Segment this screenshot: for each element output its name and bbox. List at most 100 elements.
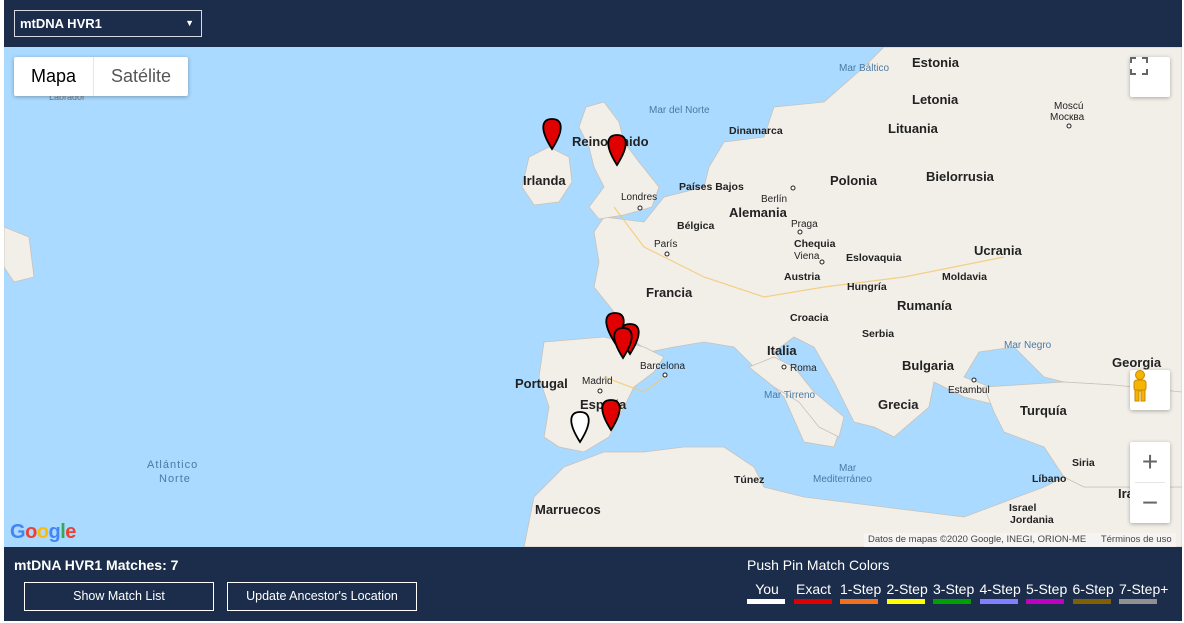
label-dinamarca: Dinamarca: [729, 125, 783, 137]
label-bulgaria: Bulgaria: [902, 358, 955, 373]
zoom-in-icon[interactable]: +: [1130, 442, 1170, 482]
attribution-text: Datos de mapas ©2020 Google, INEGI, ORIO…: [868, 534, 1087, 545]
label-libano: Líbano: [1032, 473, 1066, 485]
label-atlantico: Atlántico: [147, 459, 198, 471]
label-mar-negro: Mar Negro: [1004, 340, 1052, 351]
label-ucrania: Ucrania: [974, 243, 1022, 258]
legend-swatch: [793, 599, 832, 604]
street-view-button[interactable]: [1130, 370, 1170, 410]
label-irlanda: Irlanda: [523, 173, 566, 188]
label-mediterraneo: Mediterráneo: [813, 474, 872, 485]
app-frame: mtDNA HVR1 ▼ Mar Báltico Estonia Letonia…: [4, 0, 1182, 621]
legend-label: Exact: [795, 581, 831, 597]
map-canvas[interactable]: Mar Báltico Estonia Letonia Lituania Mar…: [4, 47, 1182, 547]
label-rumania: Rumanía: [897, 298, 953, 313]
fullscreen-button[interactable]: [1130, 57, 1170, 97]
label-letonia: Letonia: [912, 92, 959, 107]
label-estonia: Estonia: [912, 55, 960, 70]
update-ancestor-location-button[interactable]: Update Ancestor's Location: [227, 582, 417, 611]
label-tunez: Túnez: [734, 474, 764, 486]
legend-swatch: [747, 599, 785, 604]
top-bar: mtDNA HVR1 ▼: [4, 0, 1182, 47]
label-eslovaquia: Eslovaquia: [846, 252, 902, 264]
app-window: mtDNA HVR1 ▼ Mar Báltico Estonia Letonia…: [0, 0, 1184, 623]
legend-label: 5-Step: [1026, 581, 1068, 597]
label-roma: Roma: [790, 363, 817, 374]
map-type-satellite-button[interactable]: Satélite: [93, 57, 188, 96]
label-marruecos: Marruecos: [535, 502, 601, 517]
label-portugal: Portugal: [515, 376, 568, 391]
label-moldavia: Moldavia: [942, 271, 987, 283]
label-norte: Norte: [159, 473, 191, 485]
chevron-down-icon: ▼: [185, 18, 194, 28]
legend-item: Exact: [793, 581, 834, 604]
map-attribution: Datos de mapas ©2020 Google, INEGI, ORIO…: [864, 533, 1176, 547]
label-francia: Francia: [646, 285, 693, 300]
matches-count: mtDNA HVR1 Matches: 7: [14, 557, 179, 573]
label-viena: Viena: [794, 251, 820, 262]
label-mar-tirreno: Mar Tirreno: [764, 390, 816, 401]
google-logo[interactable]: Google: [10, 521, 76, 544]
label-mar-del-norte: Mar del Norte: [649, 105, 710, 116]
legend-swatch: [1072, 599, 1111, 604]
fullscreen-icon: [1130, 57, 1148, 75]
label-israel: Israel: [1009, 502, 1037, 514]
legend-label: 6-Step: [1072, 581, 1114, 597]
map-view[interactable]: Mar Báltico Estonia Letonia Lituania Mar…: [4, 47, 1182, 547]
label-polonia: Polonia: [830, 173, 878, 188]
select-value: mtDNA HVR1: [20, 16, 102, 31]
label-mar: Mar: [839, 463, 857, 474]
label-croacia: Croacia: [790, 312, 829, 324]
legend-swatch: [840, 599, 878, 604]
legend-item: 4-Step: [979, 581, 1021, 604]
land-iberia: [538, 336, 665, 453]
label-hungria: Hungría: [847, 281, 887, 293]
label-praga: Praga: [791, 219, 818, 230]
label-mar-baltico: Mar Báltico: [839, 63, 889, 74]
label-belgica: Bélgica: [677, 220, 715, 232]
label-berlin: Berlín: [761, 194, 787, 205]
legend-swatch: [1026, 599, 1064, 604]
map-type-control: Mapa Satélite: [14, 57, 189, 96]
legend-label: You: [755, 581, 779, 597]
label-moscu-ru: Москва: [1050, 112, 1085, 123]
label-siria: Siria: [1072, 457, 1095, 469]
zoom-out-icon[interactable]: −: [1130, 483, 1170, 523]
legend-label: 1-Step: [840, 581, 882, 597]
show-match-list-button[interactable]: Show Match List: [24, 582, 214, 611]
label-londres: Londres: [621, 192, 657, 203]
pin-ireland[interactable]: [542, 118, 562, 151]
pegman-icon: [1133, 370, 1147, 402]
label-alemania: Alemania: [729, 205, 788, 220]
map-type-map-button[interactable]: Mapa: [14, 57, 93, 96]
legend-item: You: [747, 581, 787, 604]
label-bielorrusia: Bielorrusia: [926, 169, 995, 184]
legend-swatch: [886, 599, 925, 604]
legend-swatch: [979, 599, 1018, 604]
label-grecia: Grecia: [878, 397, 919, 412]
legend-item: 2-Step: [886, 581, 928, 604]
legend-label: 4-Step: [979, 581, 1021, 597]
label-serbia: Serbia: [862, 328, 894, 340]
land-greenland-edge: [4, 226, 35, 283]
marker-type-select[interactable]: mtDNA HVR1 ▼: [14, 10, 202, 37]
label-paris: París: [654, 239, 677, 250]
legend-item: 3-Step: [933, 581, 975, 604]
legend-item: 6-Step: [1072, 581, 1114, 604]
legend-label: 7-Step+: [1119, 581, 1169, 597]
legend-label: 3-Step: [933, 581, 975, 597]
label-turquia: Turquía: [1020, 403, 1067, 418]
label-barcelona: Barcelona: [640, 361, 685, 372]
zoom-control: + −: [1130, 442, 1170, 523]
legend-title: Push Pin Match Colors: [747, 557, 890, 573]
label-georgia: Georgia: [1112, 355, 1162, 370]
legend-item: 1-Step: [840, 581, 882, 604]
terms-link[interactable]: Términos de uso: [1101, 534, 1172, 545]
legend-swatch: [933, 599, 971, 604]
label-lituania: Lituania: [888, 121, 939, 136]
label-jordania: Jordania: [1010, 514, 1054, 526]
legend-item: 7-Step+: [1119, 581, 1168, 604]
label-moscu: Moscú: [1054, 101, 1083, 112]
legend-label: 2-Step: [886, 581, 928, 597]
legend-swatch: [1119, 599, 1157, 604]
